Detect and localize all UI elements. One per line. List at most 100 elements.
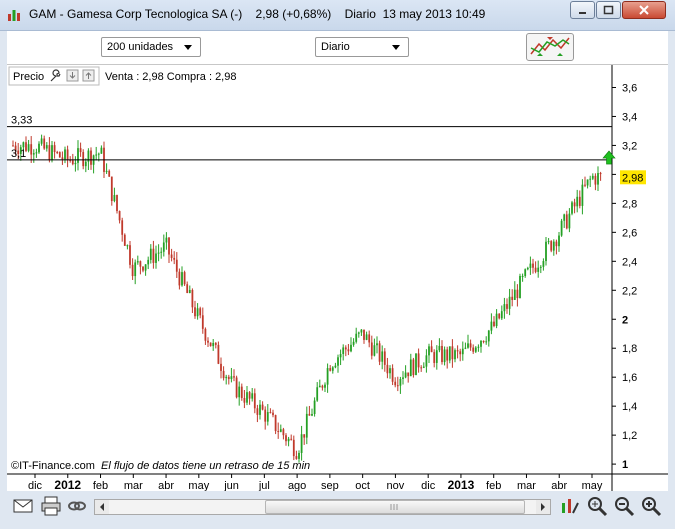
chart-tool-icon[interactable] (558, 495, 580, 517)
candle-body (313, 400, 316, 414)
candle-body (552, 241, 555, 251)
candle-body (321, 385, 324, 388)
candle-body (318, 385, 321, 388)
candle-body (399, 378, 402, 386)
candle-body (178, 271, 181, 286)
candle-body (82, 152, 85, 167)
candle-body (365, 334, 368, 340)
zoom-in-icon[interactable] (640, 495, 662, 517)
scroll-right-button[interactable] (536, 500, 550, 514)
zoom-fit-icon[interactable] (586, 495, 608, 517)
delay-notice: El flujo de datos tiene un retraso de 15… (101, 460, 310, 472)
candle-body (186, 284, 189, 293)
minimize-icon (579, 12, 586, 14)
close-button[interactable] (622, 1, 666, 19)
mail-icon[interactable] (12, 495, 34, 517)
candle-body (64, 149, 66, 160)
y-tick-label: 2,6 (622, 227, 637, 239)
candle-body (168, 237, 170, 255)
y-tick-label: 1,4 (622, 401, 637, 413)
candle-body (519, 275, 521, 299)
minimize-button[interactable] (570, 1, 595, 19)
x-tick-label: abr (551, 480, 567, 491)
candle-body (230, 376, 233, 380)
zoom-out-icon[interactable] (613, 495, 635, 517)
candle-body (461, 348, 464, 355)
up-arrow-icon (602, 150, 616, 165)
x-tick-label: sep (321, 480, 339, 491)
indicators-button[interactable] (526, 33, 574, 61)
candle-body (342, 347, 345, 355)
candle-body (95, 154, 98, 156)
candle-body (77, 148, 79, 163)
app-icon (8, 10, 20, 21)
price-chart[interactable]: 3,63,43,232,82,62,42,221,81,61,41,21 dic… (7, 65, 668, 492)
candle-body (71, 160, 74, 165)
candle-body (571, 202, 573, 214)
candle-body (376, 343, 378, 346)
y-tick-label: 1,8 (622, 343, 637, 355)
candle-body (316, 387, 319, 401)
candle-body (131, 264, 134, 277)
y-axis-ticks: 3,63,43,232,82,62,42,221,81,61,41,21 (612, 82, 637, 471)
y-tick-label: 3,4 (622, 111, 637, 123)
candle-body (446, 349, 449, 361)
maximize-button[interactable] (596, 1, 621, 19)
candle-body (329, 368, 332, 371)
close-icon (639, 5, 649, 15)
candle-body (225, 376, 228, 379)
candle-body (537, 267, 540, 272)
candle-body (212, 342, 215, 347)
download-icon[interactable] (66, 69, 79, 82)
candle-body (129, 245, 131, 265)
copyright-credit[interactable]: ©IT-Finance.com (11, 460, 95, 472)
candle-body (40, 138, 43, 144)
candle-body (264, 409, 267, 422)
candle-body (173, 257, 176, 260)
scroll-left-button[interactable] (95, 500, 109, 514)
x-tick-label: may (582, 480, 603, 491)
candle-body (565, 214, 568, 229)
time-scrollbar[interactable] (94, 499, 551, 515)
y-tick-label: 2,8 (622, 198, 637, 210)
candle-body (344, 347, 347, 350)
candle-body (108, 170, 111, 177)
candle-body (152, 248, 155, 263)
candle-body (181, 272, 183, 286)
candle-body (155, 253, 157, 263)
period-dropdown[interactable]: Diario (315, 37, 409, 57)
upload-icon[interactable] (82, 69, 95, 82)
x-tick-label: feb (93, 480, 108, 491)
print-icon[interactable] (40, 495, 62, 517)
candle-body (331, 367, 334, 371)
candle-body (277, 431, 280, 433)
chart-panel[interactable]: 3,63,43,232,82,62,42,221,81,61,41,21 dic… (7, 64, 668, 492)
candle-body (581, 184, 584, 206)
candle-body (493, 321, 495, 327)
chevron-down-icon (184, 45, 192, 50)
candle-body (53, 145, 56, 153)
period-dropdown-value: Diario (321, 41, 350, 53)
last-price-label: 2,98 (622, 172, 643, 184)
candle-body (435, 350, 438, 363)
scroll-thumb[interactable] (265, 500, 525, 514)
link-icon[interactable] (66, 495, 88, 517)
candle-body (422, 366, 425, 368)
candle-body (396, 385, 399, 387)
x-tick-label: nov (387, 480, 405, 491)
candle-body (378, 343, 381, 362)
candle-body (298, 452, 300, 459)
candle-body (490, 321, 493, 331)
candle-body (591, 175, 594, 179)
candle-body (363, 329, 365, 340)
candle-body (555, 241, 558, 247)
level-label-3-33: 3,33 (11, 115, 32, 127)
units-dropdown[interactable]: 200 unidades (101, 37, 201, 57)
candle-body (290, 438, 293, 440)
candle-body (97, 153, 100, 155)
candle-body (584, 184, 586, 186)
candle-body (425, 355, 428, 367)
candle-body (430, 346, 433, 353)
candle-body (113, 195, 116, 202)
candle-body (412, 359, 415, 376)
